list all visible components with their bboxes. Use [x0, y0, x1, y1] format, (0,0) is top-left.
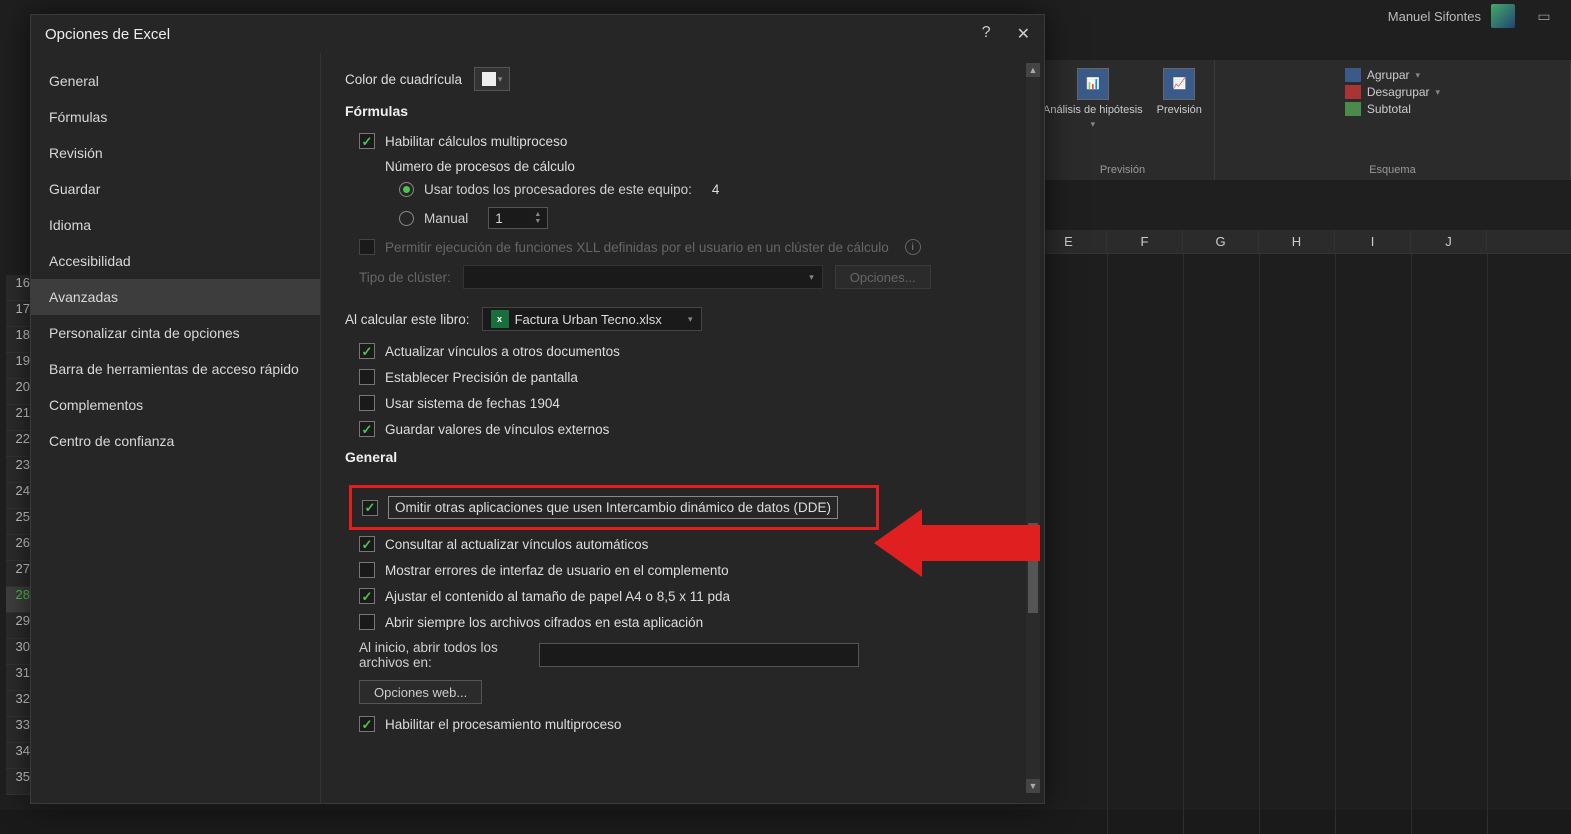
content-scrollbar[interactable]: ▲ ▼ [1026, 63, 1040, 793]
ask-update-links-checkbox[interactable]: Consultar al actualizar vínculos automát… [359, 536, 1018, 552]
col-header[interactable]: G [1183, 230, 1259, 253]
scale-a4-checkbox[interactable]: Ajustar el contenido al tamaño de papel … [359, 588, 1018, 604]
ignore-dde-checkbox[interactable]: Omitir otras aplicaciones que usen Inter… [388, 496, 838, 519]
col-header[interactable]: H [1259, 230, 1335, 253]
forecast-button[interactable]: 📈 Previsión [1157, 68, 1202, 130]
ribbon-group-outline: Agrupar▾ Desagrupar▾ Subtotal Esquema [1215, 60, 1571, 180]
sidebar-item-trust-center[interactable]: Centro de confianza [31, 423, 320, 459]
gridline-color-picker[interactable]: ▾ [474, 67, 510, 91]
excel-file-icon: x [491, 310, 509, 328]
startup-path-input[interactable] [539, 643, 859, 667]
help-button[interactable]: ? [982, 24, 991, 44]
whatif-icon: 📊 [1077, 68, 1109, 100]
ungroup-button[interactable]: Desagrupar▾ [1345, 85, 1440, 99]
chevron-down-icon: ▾ [1091, 120, 1096, 130]
precision-displayed-checkbox[interactable]: Establecer Precisión de pantalla [359, 369, 1018, 385]
scrollbar-thumb[interactable] [1028, 523, 1038, 613]
sidebar-item-proofing[interactable]: Revisión [31, 135, 320, 171]
cluster-options-button: Opciones... [835, 265, 931, 289]
scroll-down-icon[interactable]: ▼ [1026, 779, 1040, 793]
options-content: Color de cuadrícula ▾ Fórmulas Habilitar… [321, 53, 1044, 803]
avatar[interactable] [1491, 4, 1515, 28]
section-general: General [345, 449, 1018, 465]
info-icon[interactable]: i [905, 239, 921, 255]
manual-thread-spinner[interactable]: 1▲▼ [488, 207, 548, 229]
workbook-selector[interactable]: xFactura Urban Tecno.xlsx ▾ [482, 307, 702, 331]
color-swatch-icon [482, 72, 496, 86]
col-header[interactable]: J [1411, 230, 1487, 253]
checkbox-icon [359, 369, 375, 385]
calc-workbook-label: Al calcular este libro: [345, 312, 470, 327]
username: Manuel Sifontes [1388, 9, 1481, 24]
column-headers: E F G H I J [1031, 230, 1571, 254]
radio-icon [399, 182, 414, 197]
ribbon-group-prevision: 📊 Análisis de hipótesis ▾ 📈 Previsión Pr… [1031, 60, 1215, 180]
cluster-type-combo: ▾ [463, 265, 823, 289]
gridline-color-label: Color de cuadrícula [345, 72, 462, 87]
ribbon: 📊 Análisis de hipótesis ▾ 📈 Previsión Pr… [1031, 60, 1571, 180]
sidebar-item-customize-ribbon[interactable]: Personalizar cinta de opciones [31, 315, 320, 351]
update-links-checkbox[interactable]: Actualizar vínculos a otros documentos [359, 343, 1018, 359]
sidebar-item-save[interactable]: Guardar [31, 171, 320, 207]
section-formulas: Fórmulas [345, 103, 1018, 119]
group-button[interactable]: Agrupar▾ [1345, 68, 1440, 82]
checkbox-icon [359, 133, 375, 149]
ungroup-icon [1345, 85, 1361, 99]
sheet-grid[interactable] [1031, 254, 1571, 834]
sidebar-item-language[interactable]: Idioma [31, 207, 320, 243]
startup-files-label: Al inicio, abrir todos los archivos en: [359, 640, 529, 670]
sidebar-item-addins[interactable]: Complementos [31, 387, 320, 423]
checkbox-icon [359, 536, 375, 552]
checkbox-icon [359, 716, 375, 732]
web-options-button[interactable]: Opciones web... [359, 680, 482, 704]
checkbox-icon [359, 588, 375, 604]
radio-icon [399, 211, 414, 226]
group-icon [1345, 68, 1361, 82]
manual-threads-radio[interactable]: Manual 1▲▼ [399, 207, 1018, 229]
show-addin-errors-checkbox[interactable]: Mostrar errores de interfaz de usuario e… [359, 562, 1018, 578]
cluster-type-label: Tipo de clúster: [359, 270, 451, 285]
excel-options-dialog: Opciones de Excel ? ✕ General Fórmulas R… [30, 14, 1045, 804]
use-all-processors-radio[interactable]: Usar todos los procesadores de este equi… [399, 182, 1018, 197]
window-controls: ▭ [1537, 9, 1551, 23]
dde-highlight-annotation: Omitir otras aplicaciones que usen Inter… [349, 485, 879, 530]
checkbox-icon [359, 239, 375, 255]
checkbox-icon [359, 614, 375, 630]
titlebar: Manuel Sifontes ▭ [1388, 0, 1571, 32]
dialog-titlebar: Opciones de Excel ? ✕ [31, 15, 1044, 53]
sidebar-item-general[interactable]: General [31, 63, 320, 99]
worksheet[interactable]: E F G H I J [1031, 230, 1571, 810]
forecast-icon: 📈 [1163, 68, 1195, 100]
ribbon-display-icon[interactable]: ▭ [1537, 9, 1551, 23]
ribbon-group-label: Previsión [1100, 164, 1145, 176]
checkbox-icon [362, 500, 378, 516]
enable-multithread-checkbox[interactable]: Habilitar cálculos multiproceso [359, 133, 1018, 149]
checkbox-icon [359, 562, 375, 578]
sidebar-item-formulas[interactable]: Fórmulas [31, 99, 320, 135]
col-header[interactable]: F [1107, 230, 1183, 253]
dialog-title: Opciones de Excel [45, 26, 170, 43]
col-header[interactable]: I [1335, 230, 1411, 253]
sidebar-item-accessibility[interactable]: Accesibilidad [31, 243, 320, 279]
processor-count: 4 [712, 182, 720, 197]
ribbon-group-label: Esquema [1369, 164, 1415, 176]
checkbox-icon [359, 421, 375, 437]
close-button[interactable]: ✕ [1017, 24, 1030, 44]
checkbox-icon [359, 343, 375, 359]
checkbox-icon [359, 395, 375, 411]
scroll-up-icon[interactable]: ▲ [1026, 63, 1040, 77]
enable-multithread-processing-checkbox[interactable]: Habilitar el procesamiento multiproceso [359, 716, 1018, 732]
date-1904-checkbox[interactable]: Usar sistema de fechas 1904 [359, 395, 1018, 411]
open-encrypted-checkbox[interactable]: Abrir siempre los archivos cifrados en e… [359, 614, 1018, 630]
xll-cluster-checkbox: Permitir ejecución de funciones XLL defi… [359, 239, 1018, 255]
sidebar-item-advanced[interactable]: Avanzadas [31, 279, 320, 315]
subtotal-icon [1345, 102, 1361, 116]
subtotal-button[interactable]: Subtotal [1345, 102, 1440, 116]
options-sidebar: General Fórmulas Revisión Guardar Idioma… [31, 53, 321, 803]
thread-count-label: Número de procesos de cálculo [385, 159, 1018, 174]
sidebar-item-quick-access[interactable]: Barra de herramientas de acceso rápido [31, 351, 320, 387]
save-external-links-checkbox[interactable]: Guardar valores de vínculos externos [359, 421, 1018, 437]
whatif-analysis-button[interactable]: 📊 Análisis de hipótesis ▾ [1043, 68, 1143, 130]
